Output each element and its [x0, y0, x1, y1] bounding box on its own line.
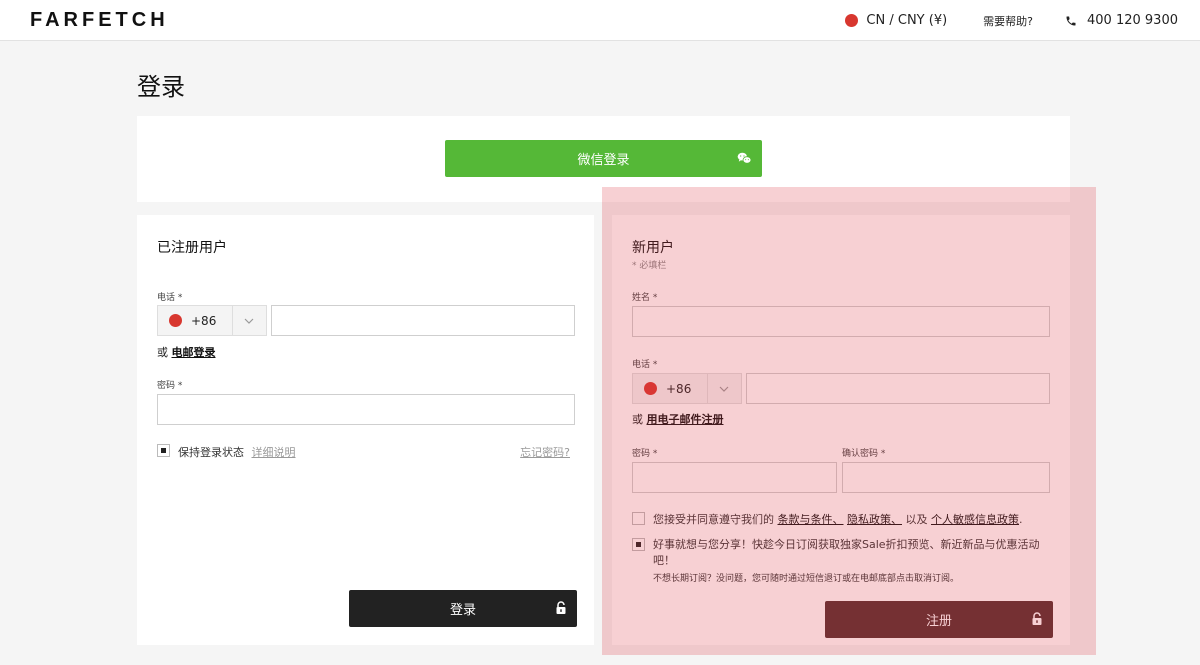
- terms-suffix: .: [1019, 513, 1023, 526]
- register-phone-input[interactable]: [746, 373, 1050, 404]
- farfetch-logo[interactable]: FARFETCH: [30, 9, 169, 32]
- login-button[interactable]: 登录: [349, 590, 577, 627]
- wechat-login-button[interactable]: 微信登录: [445, 140, 762, 177]
- header-right: CN / CNY (¥) 需要帮助? 400 120 9300: [845, 0, 1178, 41]
- lock-icon: [1032, 612, 1042, 625]
- login-country-code-select[interactable]: +86: [157, 305, 267, 336]
- promo-checkbox[interactable]: [632, 538, 645, 551]
- china-flag-icon: [845, 14, 859, 27]
- wechat-login-card: 微信登录: [137, 116, 1070, 202]
- register-or-line: 或 用电子邮件注册: [632, 411, 724, 427]
- china-flag-icon: [169, 314, 182, 327]
- promo-subtext: 不想长期订阅？没问题，您可随时通过短信退订或在电邮底部点击取消订阅。: [653, 574, 960, 584]
- sensitive-info-link[interactable]: 个人敏感信息政策: [931, 513, 1019, 526]
- registered-user-card: 已注册用户 电话 * +86 或 电邮登录 密码 * 保持登录状态 详细说明 忘…: [137, 215, 594, 645]
- promo-text: 好事就想与您分享！快趁今日订阅获取独家Sale折扣预览、新近新品与优惠活动吧！: [653, 538, 1040, 567]
- lock-icon: [556, 601, 566, 614]
- register-button[interactable]: 注册: [825, 601, 1053, 638]
- new-user-card: 新用户 * 必填栏 姓名 * 电话 * +86 或 用电子邮件注册 密码 * 确…: [612, 215, 1070, 645]
- login-phone-input[interactable]: [271, 305, 575, 336]
- wechat-login-label: 微信登录: [577, 153, 630, 168]
- china-flag-icon: [644, 382, 657, 395]
- name-label: 姓名 *: [632, 293, 658, 303]
- register-password-label: 密码 *: [632, 449, 658, 459]
- or-text: 或: [157, 346, 168, 359]
- page-title: 登录: [137, 73, 185, 101]
- login-password-input[interactable]: [157, 394, 575, 425]
- phone-contact[interactable]: 400 120 9300: [1065, 13, 1178, 28]
- confirm-password-input[interactable]: [842, 462, 1050, 493]
- register-password-input[interactable]: [632, 462, 837, 493]
- login-title: 已注册用户: [157, 240, 227, 256]
- remember-me-row: 保持登录状态 详细说明: [178, 444, 296, 460]
- name-input[interactable]: [632, 306, 1050, 337]
- required-note: * 必填栏: [632, 261, 667, 271]
- country-code: +86: [191, 313, 217, 328]
- or-text: 或: [632, 413, 643, 426]
- privacy-link[interactable]: 隐私政策、: [847, 513, 902, 526]
- terms-checkbox[interactable]: [632, 512, 645, 525]
- terms-prefix: 您接受并同意遵守我们的: [653, 513, 774, 526]
- email-login-link[interactable]: 电邮登录: [172, 346, 216, 359]
- select-divider: [707, 374, 708, 403]
- country-code: +86: [666, 381, 692, 396]
- locale-label: CN / CNY (¥): [866, 13, 948, 28]
- remember-me-label: 保持登录状态: [178, 446, 244, 459]
- login-or-line: 或 电邮登录: [157, 344, 216, 360]
- terms-link[interactable]: 条款与条件、: [778, 513, 844, 526]
- register-title: 新用户: [632, 240, 674, 256]
- terms-and: 以及: [905, 513, 928, 526]
- chevron-down-icon: [244, 318, 254, 324]
- register-country-code-select[interactable]: +86: [632, 373, 742, 404]
- remember-details-link[interactable]: 详细说明: [252, 446, 296, 459]
- terms-text: 您接受并同意遵守我们的 条款与条件、 隐私政策、 以及 个人敏感信息政策.: [653, 511, 1023, 527]
- select-divider: [232, 306, 233, 335]
- register-phone-label: 电话 *: [632, 360, 658, 370]
- phone-number: 400 120 9300: [1087, 13, 1178, 28]
- wechat-icon: [737, 152, 752, 164]
- forgot-password-link[interactable]: 忘记密码?: [520, 444, 570, 460]
- top-bar: FARFETCH CN / CNY (¥) 需要帮助? 400 120 9300: [0, 0, 1200, 41]
- remember-me-checkbox[interactable]: [157, 444, 170, 457]
- chevron-down-icon: [719, 386, 729, 392]
- confirm-password-label: 确认密码 *: [842, 449, 886, 459]
- email-register-link[interactable]: 用电子邮件注册: [647, 413, 724, 426]
- login-button-label: 登录: [449, 603, 476, 618]
- login-phone-label: 电话 *: [157, 293, 183, 303]
- locale-selector[interactable]: CN / CNY (¥): [845, 13, 947, 28]
- help-link[interactable]: 需要帮助?: [983, 13, 1033, 29]
- phone-icon: [1066, 16, 1076, 25]
- login-password-label: 密码 *: [157, 381, 183, 391]
- register-button-label: 注册: [925, 614, 952, 629]
